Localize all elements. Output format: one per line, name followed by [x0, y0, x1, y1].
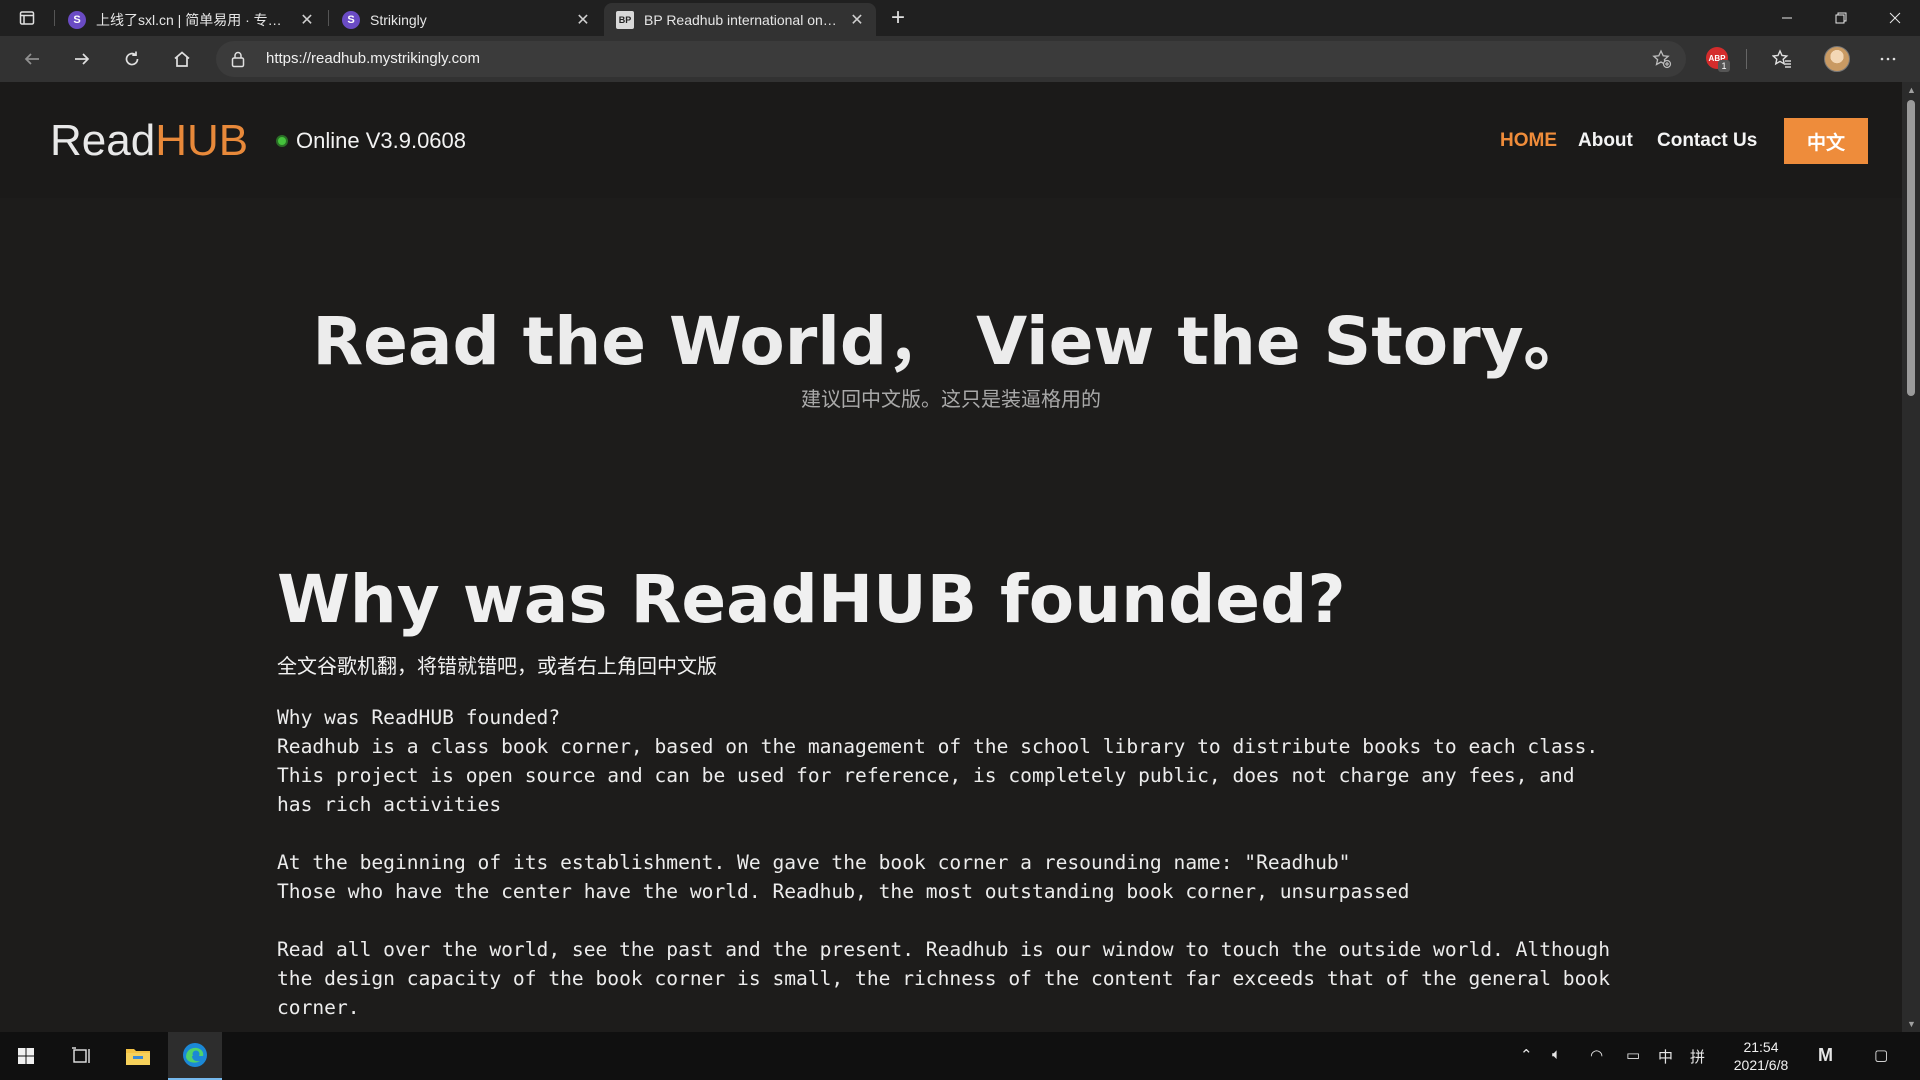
site-header: ReadHUB Online V3.9.0608 HOME About Cont…	[0, 82, 1902, 198]
paragraph-line: At the beginning of its establishment. W…	[277, 851, 1351, 874]
home-icon	[174, 51, 190, 67]
edge-taskbar-button[interactable]	[168, 1032, 222, 1080]
restore-icon	[1835, 12, 1847, 24]
profile-avatar[interactable]	[1824, 46, 1850, 72]
hero-subtitle: 建议回中文版。这只是装逼格用的	[801, 387, 1101, 411]
browser-toolbar: https://readhub.mystrikingly.com ABP 1	[0, 36, 1920, 82]
extension-badge: 1	[1718, 60, 1730, 72]
tab-strip: S 上线了sxl.cn | 简单易用 · 专业美 ✕ S Strikingly …	[0, 0, 1920, 36]
lock-icon[interactable]	[230, 50, 246, 68]
paragraph-line: Why was ReadHUB founded?	[277, 706, 561, 729]
nav-home-link[interactable]: HOME	[1500, 130, 1557, 152]
url-text[interactable]: https://readhub.mystrikingly.com	[266, 50, 480, 67]
folder-icon	[126, 1049, 150, 1065]
app-tray-icon[interactable]: M	[1818, 1045, 1833, 1066]
task-view-icon	[72, 1047, 90, 1063]
forward-arrow-icon	[75, 53, 90, 65]
tab-divider	[54, 10, 55, 26]
favorites-icon	[1772, 49, 1791, 68]
status-text: Online V3.9.0608	[296, 128, 467, 153]
strikingly-favicon-icon: S	[342, 10, 360, 29]
tab-title: 上线了sxl.cn | 简单易用 · 专业美	[96, 11, 290, 28]
refresh-icon	[125, 51, 139, 66]
close-tab-icon[interactable]: ✕	[848, 10, 866, 30]
logo-hub-text: HUB	[155, 116, 249, 165]
paragraph-line: Those who have the center have the world…	[277, 880, 1410, 903]
edge-browser-icon	[183, 1043, 207, 1067]
minimize-button[interactable]	[1760, 0, 1814, 36]
forward-button[interactable]	[64, 43, 100, 75]
translation-note: 全文谷歌机翻，将错就错吧，或者右上角回中文版	[277, 654, 717, 678]
close-tab-icon[interactable]: ✕	[574, 10, 592, 30]
tab-sxl[interactable]: S 上线了sxl.cn | 简单易用 · 专业美 ✕	[56, 3, 326, 36]
scrollbar-thumb[interactable]	[1907, 100, 1915, 396]
more-options-icon	[1880, 57, 1896, 61]
paragraph: Why was ReadHUB founded? Readhub is a cl…	[277, 703, 1617, 819]
back-button[interactable]	[14, 43, 50, 75]
battery-icon[interactable]: ▭	[1626, 1046, 1640, 1064]
status-indicator: Online V3.9.0608	[276, 128, 466, 154]
close-icon	[1889, 12, 1901, 24]
tab-title: BP Readhub international on Strikingly	[644, 11, 840, 28]
tab-title: Strikingly	[370, 11, 427, 28]
input-method-indicator[interactable]: 中	[1658, 1046, 1673, 1067]
system-clock[interactable]: 21:54 2021/6/8	[1726, 1038, 1796, 1074]
add-favorite-icon[interactable]	[1652, 49, 1672, 69]
input-mode-indicator[interactable]: 拼	[1690, 1046, 1705, 1067]
section-heading: Why was ReadHUB founded?	[277, 561, 1346, 638]
toolbar-divider	[1746, 49, 1747, 69]
windows-taskbar: ⌃ 🔈︎ ◠ ▭ 中 拼 21:54 2021/6/8 M ▢	[0, 1032, 1920, 1080]
scroll-up-icon[interactable]: ▲	[1907, 85, 1916, 95]
nav-about-link[interactable]: About	[1578, 130, 1633, 152]
close-window-button[interactable]	[1868, 0, 1920, 36]
tab-divider	[328, 10, 329, 26]
minimize-icon	[1782, 17, 1792, 19]
notification-center-icon[interactable]: ▢	[1874, 1046, 1888, 1064]
address-bar[interactable]: https://readhub.mystrikingly.com	[216, 41, 1686, 77]
chinese-language-button[interactable]: 中文	[1784, 118, 1868, 164]
settings-menu-button[interactable]	[1870, 43, 1906, 75]
page-scrollbar[interactable]: ▲ ▼	[1902, 82, 1920, 1032]
tab-readhub[interactable]: BP BP Readhub international on Strikingl…	[604, 3, 876, 36]
online-dot-icon	[276, 135, 288, 147]
volume-icon[interactable]: 🔈︎	[1552, 1046, 1561, 1063]
site-logo[interactable]: ReadHUB	[50, 116, 248, 166]
file-explorer-button[interactable]	[112, 1032, 164, 1080]
tab-strikingly[interactable]: S Strikingly ✕	[330, 3, 602, 36]
network-icon[interactable]: ◠	[1590, 1046, 1603, 1064]
paragraph: Read all over the world, see the past an…	[277, 935, 1617, 1022]
clock-date: 2021/6/8	[1733, 1057, 1789, 1073]
close-tab-icon[interactable]: ✕	[298, 10, 316, 30]
nav-contact-link[interactable]: Contact Us	[1657, 130, 1757, 152]
favorites-button[interactable]	[1764, 43, 1800, 75]
section-body: Why was ReadHUB founded? Readhub is a cl…	[277, 703, 1617, 1022]
scroll-down-icon[interactable]: ▼	[1907, 1019, 1916, 1029]
bp-favicon-icon: BP	[616, 10, 634, 29]
clock-time: 21:54	[1743, 1039, 1779, 1055]
new-tab-button[interactable]: +	[884, 4, 912, 32]
windows-logo-icon	[18, 1048, 34, 1064]
restore-button[interactable]	[1814, 0, 1868, 36]
refresh-button[interactable]	[114, 43, 150, 75]
web-page: ReadHUB Online V3.9.0608 HOME About Cont…	[0, 82, 1902, 1032]
tab-actions-icon[interactable]	[10, 7, 44, 29]
strikingly-favicon-icon: S	[68, 10, 86, 29]
about-section: Why was ReadHUB founded? 全文谷歌机翻，将错就错吧，或者…	[277, 560, 1617, 1032]
logo-read-text: Read	[50, 116, 156, 165]
hero-title: Read the World， View the Story。	[312, 303, 1590, 380]
show-hidden-icons[interactable]: ⌃	[1520, 1046, 1533, 1064]
back-arrow-icon	[24, 53, 39, 65]
paragraph-line: Read all over the world, see the past an…	[277, 938, 1610, 1019]
task-view-button[interactable]	[56, 1032, 108, 1080]
paragraph: At the beginning of its establishment. W…	[277, 848, 1617, 906]
home-button[interactable]	[164, 43, 200, 75]
start-button[interactable]	[0, 1032, 52, 1080]
paragraph-line: Readhub is a class book corner, based on…	[277, 735, 1599, 816]
